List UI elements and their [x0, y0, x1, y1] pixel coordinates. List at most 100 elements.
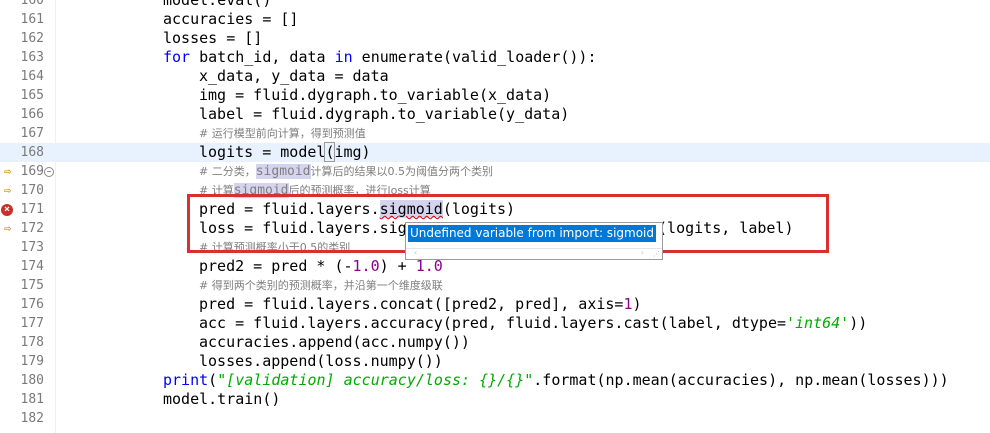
- code-fragment: img): [334, 143, 371, 161]
- line-number: 164: [20, 69, 44, 84]
- code-fragment: (logits): [442, 200, 516, 218]
- keyword-for: for: [163, 48, 191, 66]
- code-line[interactable]: 162 losses = []: [0, 29, 990, 48]
- code-fragment: logits = model: [199, 143, 326, 161]
- code-fragment: pred = fluid.layers.concat([pred2, pred]…: [199, 295, 624, 313]
- code-text: losses.append(loss.numpy()): [199, 352, 443, 370]
- code-fragment: (: [208, 371, 218, 389]
- code-comment: # 运行模型前向计算，得到预测值: [199, 127, 366, 140]
- line-number: 170: [20, 183, 44, 198]
- code-fragment: )): [849, 314, 868, 332]
- code-line[interactable]: 181 model.train(): [0, 390, 990, 409]
- code-text: model.train(): [163, 390, 281, 408]
- line-number: 168: [20, 145, 44, 160]
- line-number: 175: [20, 278, 44, 293]
- code-line[interactable]: 161 accuracies = []: [0, 10, 990, 29]
- line-number: 181: [20, 392, 44, 407]
- line-number: 161: [20, 12, 44, 27]
- code-comment: # 得到两个类别的预测概率，并沿第一个维度级联: [199, 279, 443, 292]
- line-number: 171: [20, 202, 44, 217]
- code-line[interactable]: × 171 pred = fluid.layers.sigmoid(logits…: [0, 200, 990, 219]
- line-number: 179: [20, 354, 44, 369]
- code-text: acc = fluid.layers.accuracy(pred, fluid.…: [199, 314, 867, 333]
- comment-fragment: # 二分类，: [199, 165, 256, 178]
- line-number: 163: [20, 50, 44, 65]
- code-line[interactable]: 166 label = fluid.dygraph.to_variable(y_…: [0, 105, 990, 124]
- line-number: 178: [20, 335, 44, 350]
- tooltip-scrollbar[interactable]: ‹ ›: [406, 248, 662, 259]
- comment-fragment: 后的预测概率，进行loss计算: [288, 184, 431, 197]
- code-fragment: pred2 = pred * (-: [199, 257, 353, 275]
- code-line-current[interactable]: 168 logits = model(img): [0, 142, 990, 162]
- line-number: 172: [20, 221, 44, 236]
- string-literal: "[validation] accuracy/loss: {}/{}": [217, 371, 534, 389]
- code-text: accuracies = []: [163, 10, 299, 28]
- line-number: 169: [20, 164, 44, 179]
- code-fragment: .format(np.mean(accuracies), np.mean(los…: [533, 371, 949, 389]
- code-line[interactable]: 164 x_data, y_data = data: [0, 67, 990, 86]
- code-fragment: batch_id, data: [190, 48, 335, 66]
- code-fragment: enumerate(valid_loader()):: [352, 48, 597, 66]
- code-editor[interactable]: 160 model.eval() 161 accuracies = [] 162…: [0, 0, 990, 433]
- code-text: loss = fluid.layers.sig: [199, 219, 407, 238]
- code-line[interactable]: 182: [0, 409, 990, 428]
- error-tooltip[interactable]: Undefined variable from import: sigmoid …: [405, 222, 663, 260]
- code-line[interactable]: 163 for batch_id, data in enumerate(vali…: [0, 48, 990, 67]
- code-text: pred = fluid.layers.concat([pred2, pred]…: [199, 295, 642, 314]
- code-line[interactable]: 180 print("[validation] accuracy/loss: {…: [0, 371, 990, 390]
- resize-grip-icon[interactable]: ⋰: [653, 251, 660, 258]
- line-number: 167: [20, 126, 44, 141]
- line-number: 160: [20, 0, 44, 8]
- code-text: img = fluid.dygraph.to_variable(x_data): [199, 86, 552, 104]
- scroll-left-icon[interactable]: ‹: [414, 248, 417, 257]
- line-number: 166: [20, 107, 44, 122]
- occurrence-highlight: sigmoid: [233, 183, 289, 198]
- line-number: 162: [20, 31, 44, 46]
- code-text: logits = model(img): [199, 142, 371, 162]
- code-fragment: pred = fluid.layers.: [199, 200, 380, 218]
- undefined-variable-sigmoid[interactable]: sigmoid: [379, 200, 443, 218]
- line-number: 180: [20, 373, 44, 388]
- code-comment: # 二分类，sigmoid计算后的结果以0.5为阈值分两个类别: [199, 162, 493, 181]
- line-number: 174: [20, 259, 44, 274]
- code-line[interactable]: 176 pred = fluid.layers.concat([pred2, p…: [0, 295, 990, 314]
- tooltip-message[interactable]: Undefined variable from import: sigmoid: [408, 225, 656, 242]
- code-line[interactable]: 179 losses.append(loss.numpy()): [0, 352, 990, 371]
- code-line[interactable]: 178 accuracies.append(acc.numpy()): [0, 333, 990, 352]
- keyword-in: in: [334, 48, 353, 66]
- code-text: label = fluid.dygraph.to_variable(y_data…: [199, 105, 570, 123]
- string-literal: 'int64': [786, 314, 850, 332]
- keyword-print: print: [163, 371, 209, 389]
- comment-fragment: 计算后的结果以0.5为阈值分两个类别: [310, 165, 494, 178]
- number-literal: 1.0: [352, 257, 380, 275]
- code-fragment: loss = fluid.layers.sig: [199, 219, 407, 237]
- code-line[interactable]: 165 img = fluid.dygraph.to_variable(x_da…: [0, 86, 990, 105]
- occurrence-highlight: sigmoid: [255, 164, 311, 179]
- code-line[interactable]: 160 model.eval(): [0, 0, 990, 10]
- line-number: 177: [20, 316, 44, 331]
- fold-toggle-icon[interactable]: −: [44, 167, 54, 177]
- comment-fragment: # 计算: [199, 184, 234, 197]
- line-number: 173: [20, 240, 44, 255]
- code-line[interactable]: ⇨ 170 # 计算sigmoid后的预测概率，进行loss计算: [0, 181, 990, 200]
- code-text: x_data, y_data = data: [199, 67, 389, 85]
- code-text: print("[validation] accuracy/loss: {}/{}…: [163, 371, 949, 390]
- code-line[interactable]: ⇨ 169 − # 二分类，sigmoid计算后的结果以0.5为阈值分两个类别: [0, 162, 990, 181]
- code-text: s(logits, label): [649, 219, 794, 237]
- code-fragment: acc = fluid.layers.accuracy(pred, fluid.…: [199, 314, 786, 332]
- line-number: 165: [20, 88, 44, 103]
- code-line[interactable]: 167 # 运行模型前向计算，得到预测值: [0, 124, 990, 143]
- code-comment: # 计算预测概率小于0.5的类别: [199, 241, 351, 254]
- code-text: pred = fluid.layers.sigmoid(logits): [199, 200, 515, 219]
- code-comment: # 计算sigmoid后的预测概率，进行loss计算: [199, 181, 431, 200]
- scroll-right-icon[interactable]: ›: [641, 248, 644, 257]
- code-line[interactable]: 175 # 得到两个类别的预测概率，并沿第一个维度级联: [0, 276, 990, 295]
- code-text: model.eval(): [163, 0, 272, 9]
- code-fragment: ): [632, 295, 642, 313]
- line-number: 182: [20, 411, 44, 426]
- code-text: for batch_id, data in enumerate(valid_lo…: [163, 48, 597, 67]
- code-text: accuracies.append(acc.numpy()): [199, 333, 470, 351]
- code-line[interactable]: 177 acc = fluid.layers.accuracy(pred, fl…: [0, 314, 990, 333]
- code-text: losses = []: [163, 29, 263, 47]
- line-number: 176: [20, 297, 44, 312]
